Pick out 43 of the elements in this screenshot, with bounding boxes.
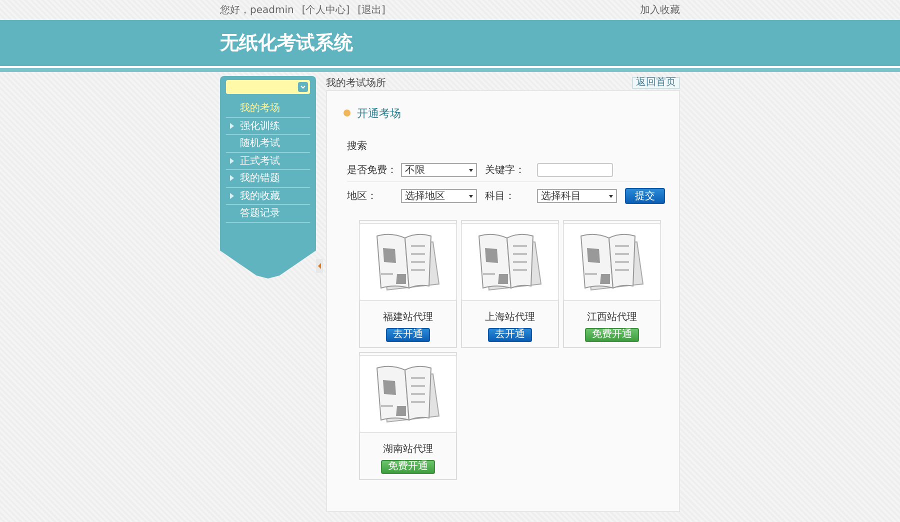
section-title: 开通考场: [357, 106, 401, 120]
expand-arrow-icon: [230, 192, 234, 199]
expand-arrow-icon: [230, 122, 234, 129]
sidebar-item[interactable]: 我的考场: [226, 100, 310, 118]
open-button[interactable]: 去开通: [386, 328, 430, 342]
field-label: 是否免费：: [347, 164, 393, 177]
card-title: 上海站代理: [485, 310, 535, 324]
keyword-input[interactable]: [537, 163, 613, 177]
app-title: 无纸化考试系统: [220, 31, 353, 56]
sidebar-item[interactable]: 正式考试: [226, 152, 310, 170]
favorite-link[interactable]: 加入收藏: [640, 3, 680, 17]
expand-arrow-icon: [230, 175, 234, 182]
card-title: 福建站代理: [383, 310, 433, 324]
open-button[interactable]: 免费开通: [381, 460, 435, 474]
breadcrumb: 我的考试场所: [326, 76, 386, 90]
card-title: 江西站代理: [587, 310, 637, 324]
select-field[interactable]: 不限: [401, 163, 477, 177]
search-heading: 搜索: [347, 140, 368, 153]
sidebar-item[interactable]: 随机考试: [226, 135, 310, 152]
select-field[interactable]: 选择地区: [401, 189, 477, 203]
header-link[interactable]: [个人中心]: [302, 3, 350, 17]
expand-arrow-icon: [230, 158, 234, 164]
caret-icon: [469, 168, 473, 172]
open-button[interactable]: 免费开通: [585, 328, 639, 342]
sidebar-item[interactable]: 强化训练: [226, 118, 310, 135]
caret-icon: [469, 194, 473, 198]
bullet-icon: [343, 109, 351, 117]
header-link[interactable]: [退出]: [358, 3, 386, 17]
field-label: 科目：: [485, 190, 516, 203]
open-button[interactable]: 去开通: [488, 328, 532, 342]
field-label: 地区：: [347, 190, 378, 203]
greeting-text: 您好，peadmin: [220, 4, 294, 17]
card-title: 湖南站代理: [383, 442, 433, 456]
sidebar-dropdown[interactable]: [226, 80, 310, 94]
field-label: 关键字：: [485, 164, 526, 177]
sidebar-item[interactable]: 我的错题: [226, 170, 310, 188]
chevron-down-icon: [298, 82, 308, 92]
submit-button[interactable]: 提交: [625, 188, 665, 204]
select-field[interactable]: 选择科目: [537, 189, 617, 203]
sidebar-item[interactable]: 我的收藏: [226, 188, 310, 205]
caret-icon: [609, 194, 613, 198]
sidebar-item[interactable]: 答题记录: [226, 205, 310, 222]
home-button[interactable]: 返回首页: [632, 77, 680, 89]
